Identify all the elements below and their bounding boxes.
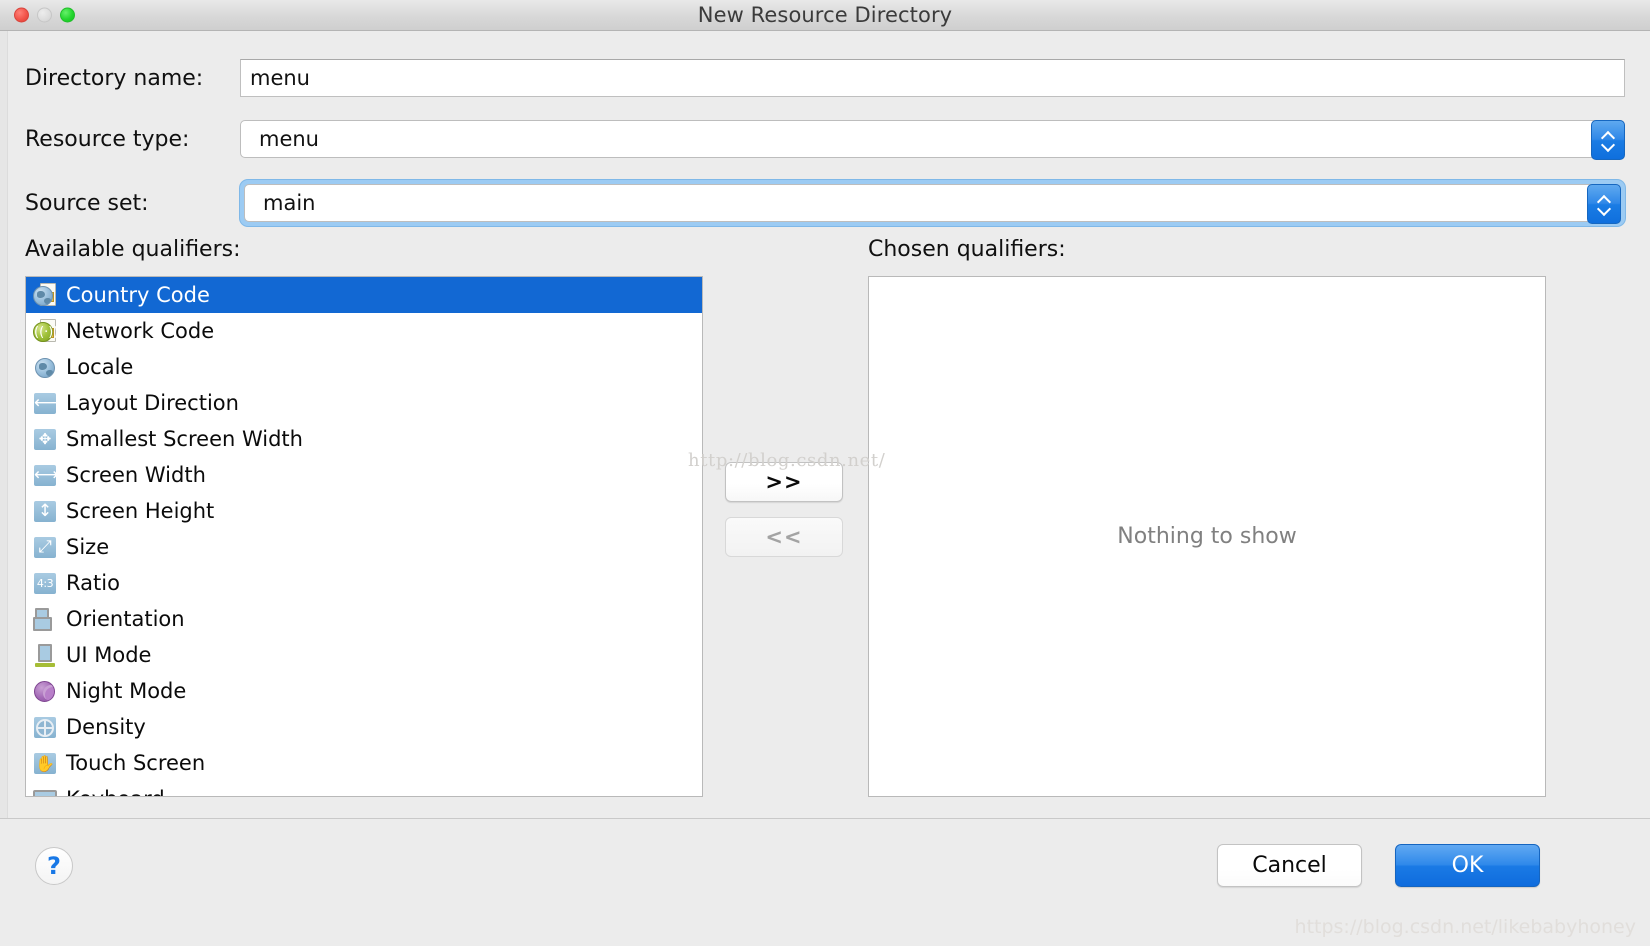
source-set-label: Source set: (25, 190, 149, 216)
list-item-label: Night Mode (66, 679, 187, 703)
orientation-icon (32, 606, 58, 632)
list-item[interactable]: UI Mode (26, 637, 702, 673)
new-resource-directory-dialog: New Resource Directory Directory name: m… (0, 0, 1650, 946)
transfer-buttons: >> << (725, 276, 843, 797)
night-mode-icon (32, 678, 58, 704)
directory-name-row: Directory name: menu (0, 48, 1650, 108)
chosen-qualifiers-list[interactable]: Nothing to show (868, 276, 1546, 797)
list-item[interactable]: 4:3 Ratio (26, 565, 702, 601)
list-item[interactable]: Country Code (26, 277, 702, 313)
help-button[interactable]: ? (35, 847, 73, 885)
list-item[interactable]: ✋ Touch Screen (26, 745, 702, 781)
smallest-screen-width-icon: ✥ (32, 426, 58, 452)
list-item-label: Smallest Screen Width (66, 427, 303, 451)
screen-height-icon: ↕ (32, 498, 58, 524)
zoom-window-button[interactable] (60, 7, 75, 23)
density-icon (32, 714, 58, 740)
ui-mode-icon (32, 642, 58, 668)
list-item-label: Ratio (66, 571, 120, 595)
list-item-label: Screen Height (66, 499, 215, 523)
directory-name-input[interactable]: menu (240, 59, 1625, 97)
list-item[interactable]: Density (26, 709, 702, 745)
list-item-label: Keyboard (66, 787, 165, 796)
title-bar: New Resource Directory (0, 0, 1650, 31)
list-item-label: Orientation (66, 607, 185, 631)
dialog-footer: ? Cancel OK (0, 818, 1650, 946)
source-set-row: Source set: main (0, 172, 1650, 234)
list-item[interactable]: ✥ Smallest Screen Width (26, 421, 702, 457)
available-qualifiers-heading: Available qualifiers: (25, 237, 241, 262)
chosen-empty-message: Nothing to show (1117, 524, 1297, 549)
resource-type-label: Resource type: (25, 126, 190, 152)
ok-button[interactable]: OK (1395, 844, 1540, 887)
window-title: New Resource Directory (697, 3, 953, 27)
list-item-label: Density (66, 715, 146, 739)
network-code-icon: ((·)) (32, 318, 58, 344)
list-item[interactable]: Orientation (26, 601, 702, 637)
list-item-label: Locale (66, 355, 134, 379)
source-set-combo-wrap: main (240, 180, 1625, 226)
list-item-label: Layout Direction (66, 391, 239, 415)
close-window-button[interactable] (14, 7, 29, 23)
list-item-label: Touch Screen (66, 751, 206, 775)
touch-screen-icon: ✋ (34, 753, 56, 774)
source-set-combobox[interactable]: main (244, 184, 1621, 224)
list-item[interactable]: ⤢ Size (26, 529, 702, 565)
chosen-qualifiers-heading: Chosen qualifiers: (868, 237, 1066, 262)
locale-globe-icon (32, 354, 58, 380)
chevron-down-icon (1602, 142, 1615, 149)
resource-type-stepper[interactable] (1591, 120, 1625, 160)
form-area: Directory name: menu Resource type: menu… (0, 31, 1650, 234)
list-item[interactable]: Keyboard (26, 781, 702, 796)
screen-width-icon: ⟷ (34, 465, 59, 486)
chevron-down-icon (1598, 206, 1611, 213)
add-qualifier-button[interactable]: >> (725, 462, 843, 502)
list-item[interactable]: ⟷ Screen Width (26, 457, 702, 493)
ratio-icon: 4:3 (32, 570, 58, 596)
list-item[interactable]: ↕ Screen Height (26, 493, 702, 529)
layout-direction-icon: ⟵ (34, 393, 59, 414)
list-item[interactable]: ((·)) Network Code (26, 313, 702, 349)
source-set-stepper[interactable] (1587, 184, 1621, 224)
keyboard-icon (32, 786, 58, 796)
size-icon: ⤢ (32, 534, 58, 560)
resource-type-combobox[interactable]: menu (240, 120, 1625, 160)
cancel-button[interactable]: Cancel (1217, 844, 1362, 887)
list-item-label: Size (66, 535, 110, 559)
directory-name-label: Directory name: (25, 65, 204, 91)
resource-type-row: Resource type: menu (0, 109, 1650, 169)
resource-type-value: menu (259, 127, 319, 151)
country-code-icon (32, 282, 58, 308)
available-qualifiers-list[interactable]: Country Code ((·)) Network Code Locale ⟵… (25, 276, 703, 797)
list-item[interactable]: Night Mode (26, 673, 702, 709)
list-item[interactable]: Locale (26, 349, 702, 385)
list-item-label: UI Mode (66, 643, 152, 667)
source-set-value: main (263, 191, 316, 215)
remove-qualifier-button[interactable]: << (725, 517, 843, 557)
list-item[interactable]: ⟵ Layout Direction (26, 385, 702, 421)
minimize-window-button[interactable] (37, 7, 52, 23)
window-controls (14, 7, 75, 23)
list-item-label: Country Code (66, 283, 210, 307)
list-item-label: Network Code (66, 319, 215, 343)
resource-type-combo-wrap: menu (240, 116, 1625, 162)
list-item-label: Screen Width (66, 463, 206, 487)
